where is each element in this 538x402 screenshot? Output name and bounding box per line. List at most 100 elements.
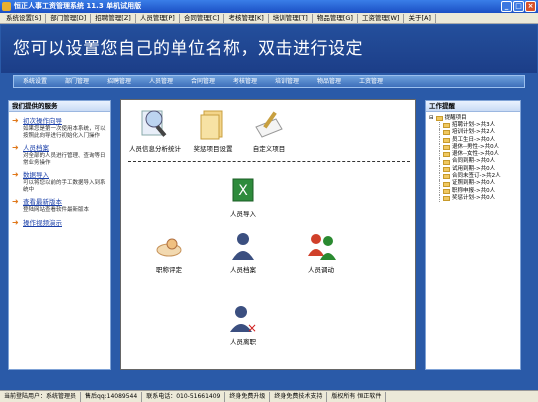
icon-label: 人员导入 bbox=[230, 210, 256, 218]
menu-salary[interactable]: 工资管理[W] bbox=[358, 13, 405, 23]
menu-about[interactable]: 关于[A] bbox=[404, 13, 436, 23]
close-button[interactable]: × bbox=[525, 1, 536, 12]
tree-item[interactable]: 证照到期->共0人 bbox=[439, 180, 517, 188]
staff-archive-icon bbox=[232, 233, 254, 260]
folder-icon bbox=[443, 166, 450, 172]
tree-item[interactable]: 职称申报->共0人 bbox=[439, 187, 517, 195]
menu-contract[interactable]: 合同管理[C] bbox=[180, 13, 225, 23]
tree-item-label: 合同到期->共0人 bbox=[452, 158, 496, 165]
arrow-icon: ➜ bbox=[12, 197, 19, 206]
folder-icon bbox=[435, 115, 443, 121]
status-phone: 联系电话：010-51661409 bbox=[142, 391, 226, 402]
title-bar: 恒正人事工资管理系统 11.3 单机试用版 _ □ × bbox=[0, 0, 538, 13]
tree-item-label: 奖惩计划->共0人 bbox=[452, 194, 496, 201]
staff-leave-tile[interactable]: × 人员离职 bbox=[228, 304, 258, 346]
menu-goods[interactable]: 物品管理[G] bbox=[313, 13, 358, 23]
status-bar: 当前登陆用户：系统管理员 售后qq:14089544 联系电话：010-5166… bbox=[0, 390, 538, 402]
services-title: 我们提供的服务 bbox=[9, 101, 110, 112]
services-panel: 我们提供的服务 ➜ 初次操作向导 如果您是第一次使用本系统，可以按照此向导进行初… bbox=[8, 100, 111, 370]
staff-leave-icon: × bbox=[230, 306, 257, 335]
tree-item[interactable]: 培训计划->共2人 bbox=[439, 129, 517, 137]
nav-department[interactable]: 部门管理 bbox=[56, 76, 98, 87]
staff-transfer-tile[interactable]: 人员调动 bbox=[306, 230, 338, 274]
window-title: 恒正人事工资管理系统 11.3 单机试用版 bbox=[14, 2, 142, 10]
reminder-panel: 工作提醒 ⊟ 提醒项目 招聘计划->共3人 培训计划->共2人 员工生日->共0人… bbox=[425, 100, 521, 370]
tree-item-label: 职称申报->共0人 bbox=[452, 187, 496, 194]
menu-bar: 系统设置[S] 部门管理[D] 招聘管理[Z] 人员管理[P] 合同管理[C] … bbox=[0, 13, 538, 24]
minimize-button[interactable]: _ bbox=[501, 1, 512, 12]
reward-setup-icon bbox=[200, 110, 223, 140]
service-title[interactable]: 数据导入 bbox=[23, 171, 110, 179]
company-banner[interactable]: 您可以设置您自己的单位名称，双击进行设定 bbox=[1, 25, 537, 73]
custom-items-tile[interactable]: 自定义项目 bbox=[253, 107, 285, 153]
status-user: 当前登陆用户：系统管理员 bbox=[0, 391, 82, 402]
staff-archive-tile[interactable]: 人员档案 bbox=[228, 230, 258, 274]
tree-root[interactable]: ⊟ 提醒项目 bbox=[429, 114, 517, 122]
folder-icon bbox=[443, 181, 450, 187]
nav-staff[interactable]: 人员管理 bbox=[140, 76, 182, 87]
nav-salary[interactable]: 工资管理 bbox=[350, 76, 392, 87]
service-desc: 可以将您以前的手工数据导入到系统中 bbox=[23, 180, 106, 193]
service-title[interactable]: 人员档案 bbox=[23, 144, 110, 152]
folder-icon bbox=[443, 152, 450, 158]
folder-icon bbox=[443, 123, 450, 129]
nav-system[interactable]: 系统设置 bbox=[14, 76, 56, 87]
nav-goods[interactable]: 物品管理 bbox=[308, 76, 350, 87]
nav-training[interactable]: 培训管理 bbox=[266, 76, 308, 87]
folder-icon bbox=[443, 196, 450, 202]
staff-stats-icon bbox=[141, 110, 167, 137]
icon-label: 人员调动 bbox=[308, 266, 334, 274]
tree-item[interactable]: 奖惩计划->共0人 bbox=[439, 194, 517, 203]
nav-assess[interactable]: 考核管理 bbox=[224, 76, 266, 87]
icon-label: 职称评定 bbox=[156, 266, 182, 274]
service-item[interactable]: ➜ 查看最新版本 登陆网站查看软件最新版本 bbox=[9, 198, 110, 214]
reward-setup-tile[interactable]: 奖惩项目设置 bbox=[194, 107, 233, 153]
staff-transfer-icon bbox=[308, 234, 336, 260]
service-title[interactable]: 操作视频演示 bbox=[23, 219, 110, 227]
status-support: 终身免费技术支持 bbox=[270, 391, 328, 402]
app-icon bbox=[2, 2, 11, 11]
menu-recruit[interactable]: 招聘管理[Z] bbox=[91, 13, 136, 23]
reminder-title: 工作提醒 bbox=[426, 101, 520, 112]
tree-root-label: 提醒项目 bbox=[444, 115, 467, 121]
title-eval-tile[interactable]: 职称评定 bbox=[154, 232, 184, 274]
tree-item[interactable]: 员工生日->共0人 bbox=[439, 136, 517, 144]
title-eval-icon bbox=[156, 238, 182, 257]
nav-bar: 系统设置 部门管理 招聘管理 人员管理 合同管理 考核管理 培训管理 物品管理 … bbox=[13, 75, 525, 88]
svg-text:×: × bbox=[247, 321, 257, 334]
tree-item[interactable]: 合同到期->共0人 bbox=[439, 158, 517, 166]
status-copyright: 版权所有 恒正软件 bbox=[327, 391, 387, 402]
folder-icon bbox=[443, 137, 450, 143]
tree-item-label: 员工生日->共0人 bbox=[452, 136, 496, 143]
folder-icon bbox=[443, 159, 450, 165]
custom-items-icon bbox=[255, 111, 283, 138]
tree-item-label: 证照到期->共0人 bbox=[452, 180, 496, 187]
service-item[interactable]: ➜ 人员档案 对全部的人员进行管理、查询等日常业务操作 bbox=[9, 144, 110, 166]
nav-recruit[interactable]: 招聘管理 bbox=[98, 76, 140, 87]
service-title[interactable]: 初次操作向导 bbox=[23, 117, 110, 125]
nav-contract[interactable]: 合同管理 bbox=[182, 76, 224, 87]
menu-staff[interactable]: 人员管理[P] bbox=[136, 13, 180, 23]
service-item[interactable]: ➜ 初次操作向导 如果您是第一次使用本系统，可以按照此向导进行初始化入门操作 bbox=[9, 117, 110, 139]
menu-system[interactable]: 系统设置[S] bbox=[2, 13, 47, 23]
staff-stats-tile[interactable]: 人员信息分析统计 bbox=[129, 105, 181, 153]
expand-icon[interactable]: ⊟ bbox=[429, 114, 434, 122]
service-item[interactable]: ➜ 数据导入 可以将您以前的手工数据导入到系统中 bbox=[9, 171, 110, 193]
reminder-tree: ⊟ 提醒项目 招聘计划->共3人 培训计划->共2人 员工生日->共0人 退休--… bbox=[426, 112, 520, 204]
arrow-icon: ➜ bbox=[12, 116, 19, 125]
maximize-button[interactable]: □ bbox=[513, 1, 524, 12]
arrow-icon: ➜ bbox=[12, 217, 19, 227]
arrow-icon: ➜ bbox=[12, 170, 19, 179]
tree-item-label: 试用到期->共0人 bbox=[452, 165, 496, 172]
folder-icon bbox=[443, 174, 450, 180]
service-title[interactable]: 查看最新版本 bbox=[23, 198, 110, 206]
service-desc: 如果您是第一次使用本系统，可以按照此向导进行初始化入门操作 bbox=[23, 126, 106, 139]
menu-department[interactable]: 部门管理[D] bbox=[46, 13, 92, 23]
arrow-icon: ➜ bbox=[12, 143, 19, 152]
tree-item[interactable]: 试用到期->共0人 bbox=[439, 165, 517, 174]
service-item[interactable]: ➜ 操作视频演示 bbox=[9, 217, 110, 227]
import-staff-tile[interactable]: X 人员导入 bbox=[228, 176, 258, 218]
icon-label: 人员档案 bbox=[230, 266, 256, 274]
menu-assess[interactable]: 考核管理[K] bbox=[224, 13, 269, 23]
menu-training[interactable]: 培训管理[T] bbox=[269, 13, 313, 23]
